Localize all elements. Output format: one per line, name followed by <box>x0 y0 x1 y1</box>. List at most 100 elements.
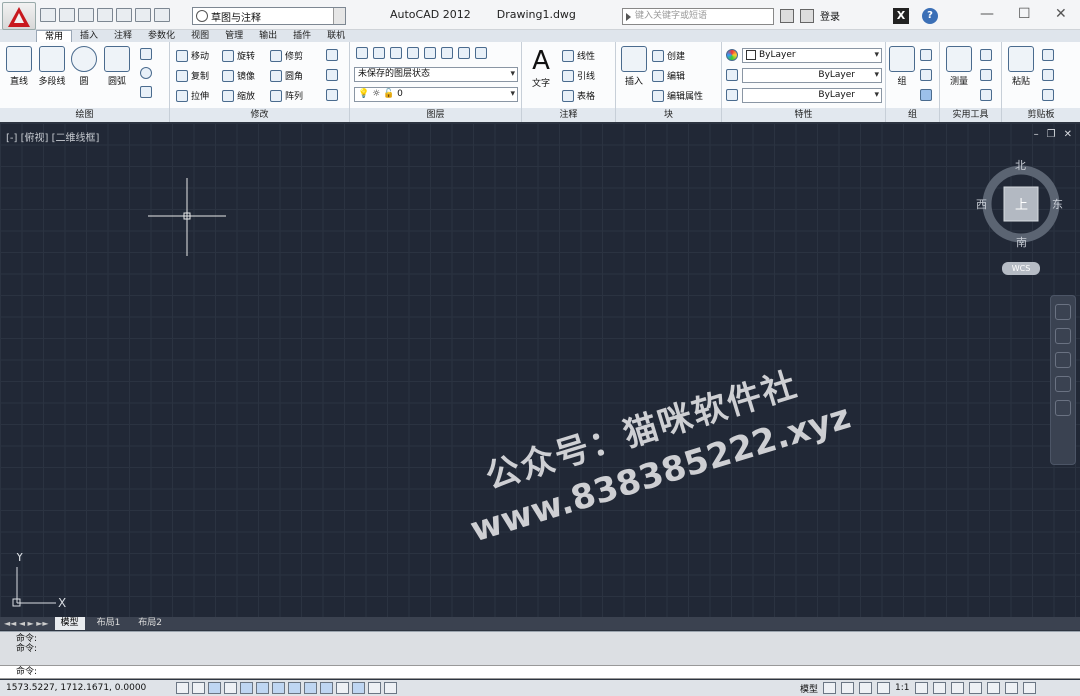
open-icon[interactable] <box>59 8 75 22</box>
tab-layout2[interactable]: 布局2 <box>132 617 168 630</box>
layer-state-select[interactable]: 未保存的图层状态 <box>354 67 518 82</box>
ducs-icon[interactable] <box>304 682 317 694</box>
polyline-button[interactable]: 多段线 <box>36 46 68 87</box>
properties-panel-title[interactable]: 特性 <box>722 108 885 122</box>
minimize-icon[interactable]: – <box>1034 129 1039 140</box>
tab-output[interactable]: 输出 <box>251 30 285 42</box>
select-all-button[interactable] <box>980 69 992 81</box>
minimize-icon[interactable]: — <box>980 6 994 22</box>
zoom-icon[interactable] <box>1055 352 1071 368</box>
layer-icon[interactable] <box>424 47 436 59</box>
rotate-button[interactable]: 旋转 <box>222 49 255 62</box>
tab-view[interactable]: 视图 <box>183 30 217 42</box>
lock-icon[interactable] <box>968 682 982 694</box>
exchange-icon[interactable]: X <box>893 8 909 24</box>
move-button[interactable]: 移动 <box>176 49 209 62</box>
color-select[interactable]: ByLayer <box>742 48 882 63</box>
layers-panel-title[interactable]: 图层 <box>350 108 521 122</box>
groups-panel-title[interactable]: 组 <box>886 108 939 122</box>
quick-properties-icon[interactable] <box>368 682 381 694</box>
tab-plugins[interactable]: 插件 <box>285 30 319 42</box>
quick-view-icon[interactable] <box>841 682 855 694</box>
undo-icon[interactable] <box>135 8 151 22</box>
layer-icon[interactable] <box>441 47 453 59</box>
snap-icon[interactable] <box>192 682 205 694</box>
hardware-icon[interactable] <box>986 682 1000 694</box>
quick-view-drawings-icon[interactable] <box>859 682 873 694</box>
measure-button[interactable]: 测量 <box>944 46 974 87</box>
save-icon[interactable] <box>78 8 94 22</box>
layout-icon[interactable] <box>823 682 837 694</box>
explode-button[interactable] <box>326 89 338 101</box>
wcs-menu[interactable]: WCS <box>1002 262 1040 275</box>
close-icon[interactable]: ✕ <box>1055 6 1067 22</box>
fillet-button[interactable]: 圆角 <box>270 69 303 82</box>
cut-button[interactable] <box>1042 49 1054 61</box>
circle-button[interactable]: 圆 <box>70 46 98 87</box>
rectangle-button[interactable] <box>140 48 152 60</box>
utilities-panel-title[interactable]: 实用工具 <box>940 108 1001 122</box>
copy-button[interactable]: 复制 <box>176 69 209 82</box>
lineweight-select[interactable]: ByLayer <box>742 88 882 103</box>
tab-online[interactable]: 联机 <box>319 30 353 42</box>
close-icon[interactable]: ✕ <box>1064 129 1072 140</box>
clipboard-panel-title[interactable]: 剪贴板 <box>1002 108 1080 122</box>
save-as-icon[interactable] <box>97 8 113 22</box>
3d-osnap-icon[interactable] <box>272 682 285 694</box>
ortho-icon[interactable] <box>224 682 237 694</box>
polar-icon[interactable] <box>240 682 253 694</box>
edit-attributes-button[interactable]: 编辑属性 <box>652 89 703 102</box>
modify-panel-title[interactable]: 修改 <box>170 108 349 122</box>
grid-icon[interactable] <box>208 682 221 694</box>
viewcube-east[interactable]: 东 <box>1052 196 1063 212</box>
osnap-icon[interactable] <box>256 682 269 694</box>
block-panel-title[interactable]: 块 <box>616 108 721 122</box>
pan-icon[interactable] <box>1055 328 1071 344</box>
erase-button[interactable] <box>326 49 338 61</box>
clean-screen-icon[interactable] <box>1022 682 1036 694</box>
binoculars-icon[interactable] <box>780 8 794 23</box>
tab-insert[interactable]: 插入 <box>72 30 106 42</box>
offset-button[interactable] <box>326 69 338 81</box>
orbit-icon[interactable] <box>1055 376 1071 392</box>
isolate-icon[interactable] <box>1004 682 1018 694</box>
workspace-gear-icon[interactable] <box>950 682 964 694</box>
paste-button[interactable]: 粘贴 <box>1006 46 1036 87</box>
annotation-visibility-icon[interactable] <box>914 682 928 694</box>
auto-scale-icon[interactable] <box>932 682 946 694</box>
login-button[interactable]: 登录 <box>820 8 840 23</box>
trim-button[interactable]: 修剪 <box>270 49 303 62</box>
layer-icon[interactable] <box>407 47 419 59</box>
viewcube-west[interactable]: 西 <box>976 196 987 212</box>
application-menu-button[interactable] <box>2 2 36 30</box>
quick-select-button[interactable] <box>980 49 992 61</box>
hatch-button[interactable] <box>140 86 152 98</box>
edit-block-button[interactable]: 编辑 <box>652 69 685 82</box>
arc-button[interactable]: 圆弧 <box>102 46 132 87</box>
model-space-toggle[interactable]: 模型 <box>800 682 818 695</box>
line-button[interactable]: 直线 <box>4 46 34 87</box>
viewcube-top-face[interactable]: 上 <box>1015 194 1028 213</box>
layout-nav-arrows[interactable]: ◄◄ ◄ ► ►► <box>4 619 49 628</box>
tab-manage[interactable]: 管理 <box>217 30 251 42</box>
scale-button[interactable]: 缩放 <box>222 89 255 102</box>
viewcube[interactable]: 北 南 东 西 上 <box>976 159 1063 249</box>
array-button[interactable]: 阵列 <box>270 89 303 102</box>
search-input[interactable]: 键入关键字或短语 <box>622 8 774 25</box>
layer-icon[interactable] <box>475 47 487 59</box>
table-button[interactable]: 表格 <box>562 89 595 102</box>
group-button[interactable]: 组 <box>888 46 916 87</box>
viewport-controls[interactable]: [-] [俯视] [二维线框] <box>6 129 99 144</box>
layer-icon[interactable] <box>390 47 402 59</box>
ungroup-button[interactable] <box>920 49 932 61</box>
insert-block-button[interactable]: 插入 <box>618 46 650 87</box>
showmotion-icon[interactable] <box>1055 400 1071 416</box>
mirror-button[interactable]: 镜像 <box>222 69 255 82</box>
draw-panel-title[interactable]: 绘图 <box>0 108 169 122</box>
ellipse-button[interactable] <box>140 67 152 79</box>
copy-clip-button[interactable] <box>1042 69 1054 81</box>
otrack-icon[interactable] <box>288 682 301 694</box>
annotation-scale-icon[interactable] <box>877 682 891 694</box>
selection-cycling-icon[interactable] <box>384 682 397 694</box>
layer-properties-icon[interactable] <box>356 47 368 59</box>
